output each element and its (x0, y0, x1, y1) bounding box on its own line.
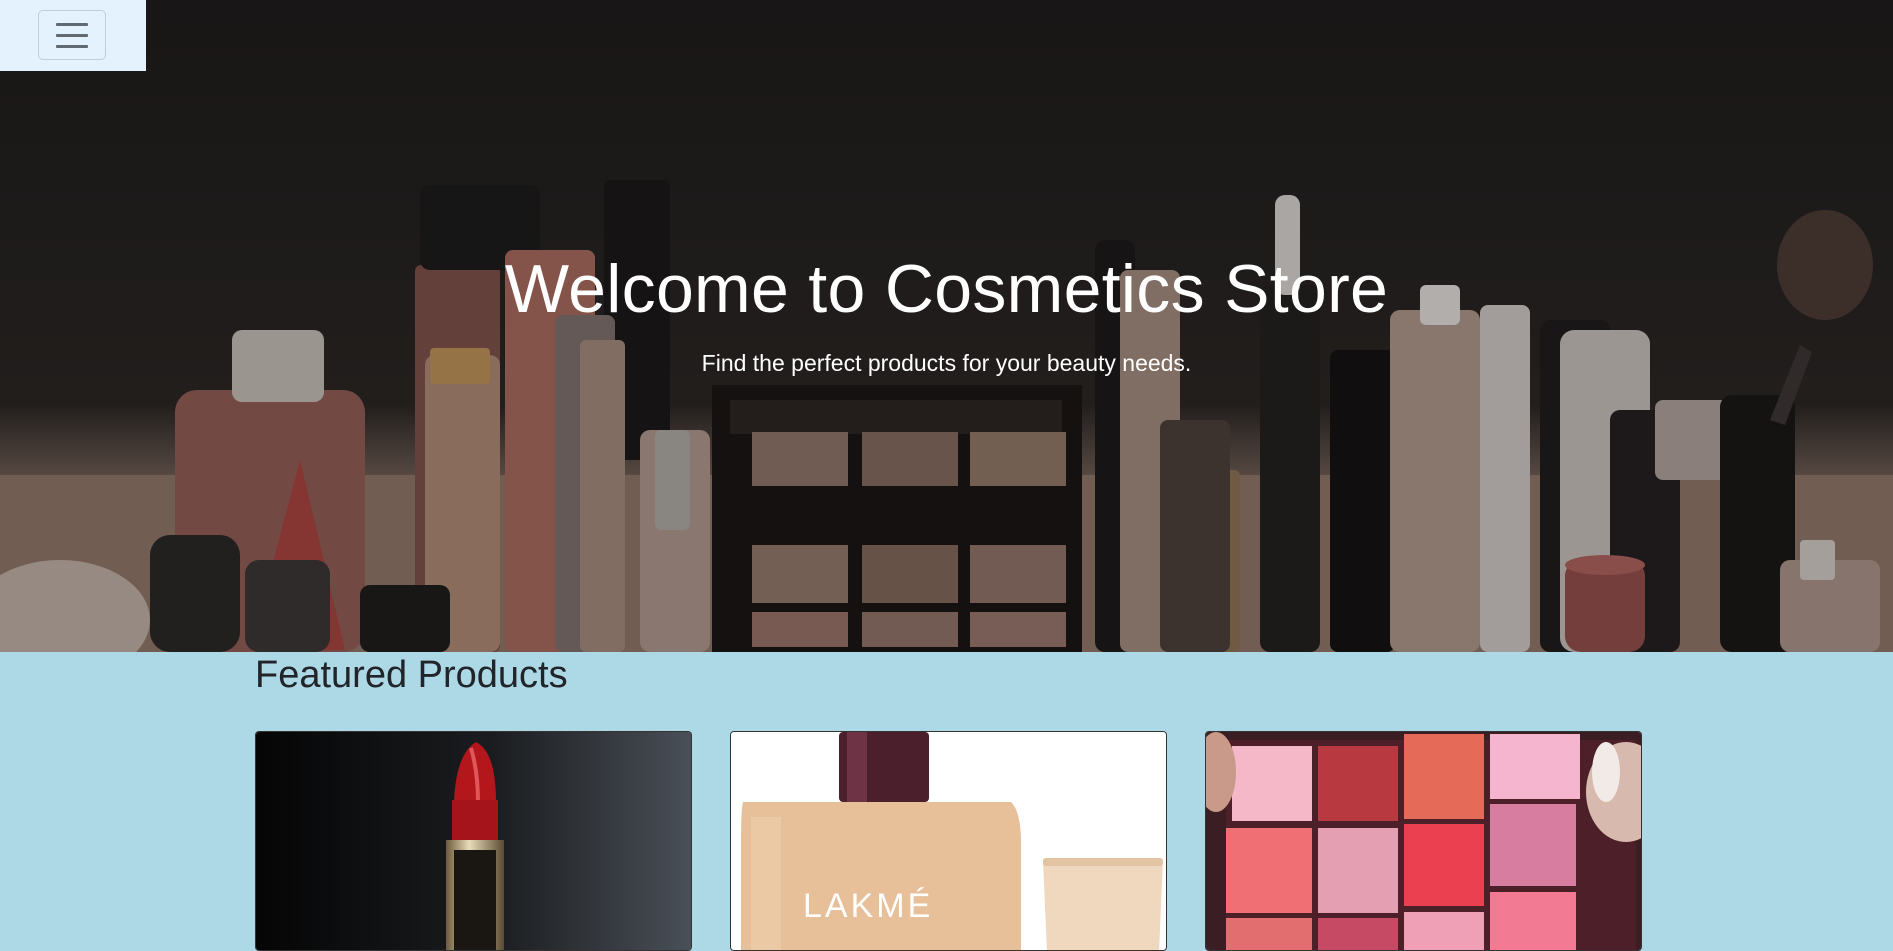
product-card-foundation[interactable]: LAKMÉ (730, 731, 1167, 951)
navbar-toggler-button[interactable] (38, 10, 106, 60)
red-lipstick-image (256, 732, 691, 950)
lakme-foundation-image: LAKMÉ (731, 732, 1166, 950)
featured-products-heading: Featured Products (255, 654, 568, 696)
hamburger-line (56, 33, 88, 37)
eyeshadow-palette-image (1206, 732, 1641, 950)
product-card-eyeshadow[interactable] (1205, 731, 1642, 951)
hero-subtitle: Find the perfect products for your beaut… (701, 350, 1192, 376)
navbar (0, 0, 146, 71)
hero-banner: Welcome to Cosmetics Store Find the perf… (0, 0, 1893, 652)
lakme-brand-text: LAKMÉ (803, 887, 933, 925)
hamburger-line (56, 44, 88, 48)
hero-title: Welcome to Cosmetics Store (504, 251, 1389, 327)
product-card-lipstick[interactable] (255, 731, 692, 951)
hamburger-line (56, 22, 88, 26)
